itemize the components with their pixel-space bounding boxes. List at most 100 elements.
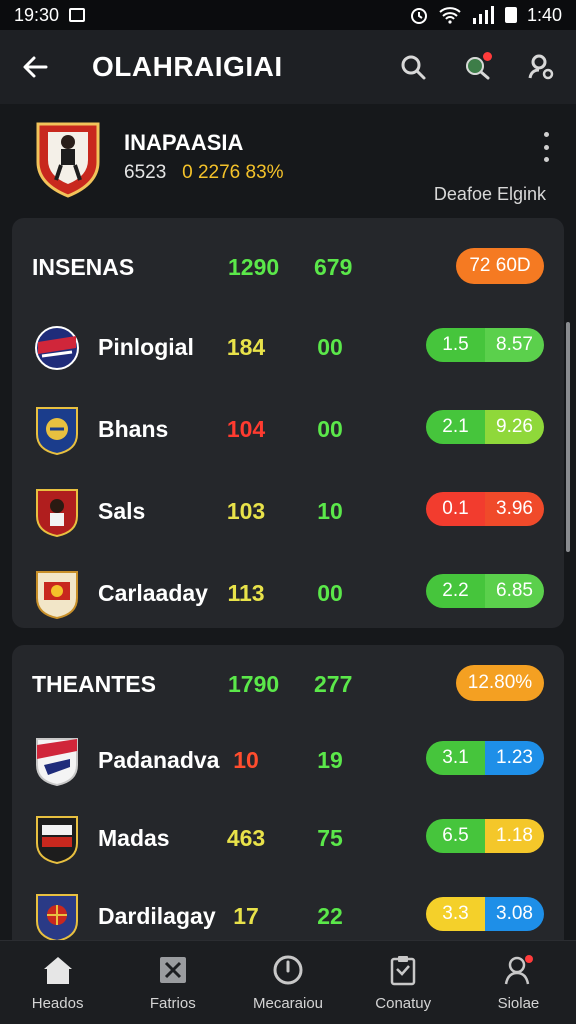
team-name: Sals [98,498,146,524]
team-name: INAPAASIA [124,130,244,155]
row-value-1: 184 [226,334,266,360]
back-button[interactable] [18,50,52,84]
more-options-icon[interactable] [542,132,550,162]
team-crest-icon [36,407,78,456]
team-crest-icon [36,122,100,198]
group-value-2: 277 [314,671,353,697]
row-value-1: 103 [226,498,266,524]
team-name: Madas [98,825,170,851]
row-value-1: 463 [226,825,266,851]
team-stats: 6523 0 2276 83% [124,162,284,184]
user-settings-icon [528,54,554,80]
row-value-2: 10 [317,498,343,524]
nav-label: Mecaraiou [252,995,324,1012]
status-time-right: 1:40 [526,4,562,25]
row-value-1: 17 [233,903,259,929]
odds-left[interactable]: 3.1 [426,741,485,775]
odds-right[interactable]: 3.96 [485,492,544,526]
alarm-icon [410,8,427,24]
home-icon [41,953,75,987]
group-title: INSENAS [32,254,135,280]
clipboard-icon [386,953,420,987]
odds-right[interactable]: 8.57 [485,328,544,362]
team-name: Padanadva [98,747,220,773]
nav-item-profile[interactable]: Siolae [461,941,576,1024]
team-crest-icon [36,571,78,620]
odds-pill[interactable]: 0.1 3.96 [426,492,544,526]
odds-pill[interactable]: 2.2 6.85 [426,574,544,608]
group-title: THEANTES [32,671,156,697]
odds-pill[interactable]: 3.1 1.23 [426,741,544,775]
odds-pill[interactable]: 3.3 3.08 [426,897,544,931]
team-stat-a: 6523 [124,162,167,183]
row-value-1: 113 [227,580,265,606]
team-name: Dardilagay [98,903,216,929]
scrollbar[interactable] [566,322,570,552]
wifi-icon [439,7,461,24]
nav-label: Conatuy [375,995,432,1012]
pitch-icon [156,953,190,987]
app-bar: OLAHRAIGIAI [0,30,576,104]
search-icon [401,55,426,80]
team-stat-b: 0 2276 83% [182,162,284,183]
odds-left[interactable]: 1.5 [426,328,485,362]
row-value-1: 104 [226,416,266,442]
team-row[interactable]: Madas 463 75 6.5 1.18 [12,801,564,871]
group-badge[interactable]: 72 60D [456,248,544,284]
row-value-1: 10 [233,747,259,773]
odds-pill[interactable]: 2.1 9.26 [426,410,544,444]
nav-item-schedule[interactable]: Mecaraiou [230,941,345,1024]
nav-item-fixtures[interactable]: Fatrios [115,941,230,1024]
signal-icon [472,6,494,24]
odds-left[interactable]: 0.1 [426,492,485,526]
search-button[interactable] [396,50,430,84]
profile-icon [501,953,535,987]
odds-left[interactable]: 2.2 [426,574,485,608]
team-row[interactable]: Sals 103 10 0.1 3.96 [12,474,564,544]
odds-left[interactable]: 2.1 [426,410,485,444]
odds-right[interactable]: 1.23 [485,741,544,775]
row-value-2: 75 [317,825,343,851]
battery-icon [504,7,517,23]
team-row[interactable]: Pinlogial 184 00 1.5 8.57 [12,310,564,380]
team-header: INAPAASIA 6523 0 2276 83% Deafoe Elgink [0,104,576,216]
status-bar: 19:30 1:40 [0,0,576,30]
status-time: 19:30 [14,4,60,25]
nav-label: Heados [31,995,84,1012]
clock-icon [271,953,305,987]
odds-right[interactable]: 1.18 [485,819,544,853]
team-row[interactable]: Dardilagay 17 22 3.3 3.08 [12,879,564,949]
group-badge[interactable]: 12.80% [456,665,544,701]
row-value-2: 00 [317,416,343,442]
group-value-1: 1790 [228,671,280,697]
team-row[interactable]: Carlaaday 113 00 2.2 6.85 [12,556,564,626]
nav-item-home[interactable]: Heados [0,941,115,1024]
row-value-2: 00 [317,580,343,606]
notification-dot [483,52,492,61]
nav-label: Fatrios [149,995,196,1012]
odds-left[interactable]: 6.5 [426,819,485,853]
account-button[interactable] [524,50,558,84]
team-name: Bhans [98,416,169,442]
odds-left[interactable]: 3.3 [426,897,485,931]
odds-right[interactable]: 6.85 [485,574,544,608]
notification-icon [69,8,86,22]
live-search-button[interactable] [460,50,494,84]
team-crest-icon [36,738,78,787]
row-value-2: 00 [317,334,343,360]
group-value-1: 1290 [228,254,280,280]
odds-pill[interactable]: 6.5 1.18 [426,819,544,853]
row-value-2: 19 [317,747,343,773]
team-detail-link[interactable]: Deafoe Elgink [434,184,546,205]
group-value-2: 679 [314,254,353,280]
team-row[interactable]: Padanadva 10 19 3.1 1.23 [12,723,564,793]
nav-item-standings[interactable]: Conatuy [346,941,461,1024]
team-row[interactable]: Bhans 104 00 2.1 9.26 [12,392,564,462]
odds-pill[interactable]: 1.5 8.57 [426,328,544,362]
odds-right[interactable]: 3.08 [485,897,544,931]
team-name: Carlaaday [98,580,208,606]
team-crest-icon [36,894,78,943]
odds-right[interactable]: 9.26 [485,410,544,444]
team-crest-icon [35,326,79,370]
page-title: OLAHRAIGIAI [92,51,283,82]
